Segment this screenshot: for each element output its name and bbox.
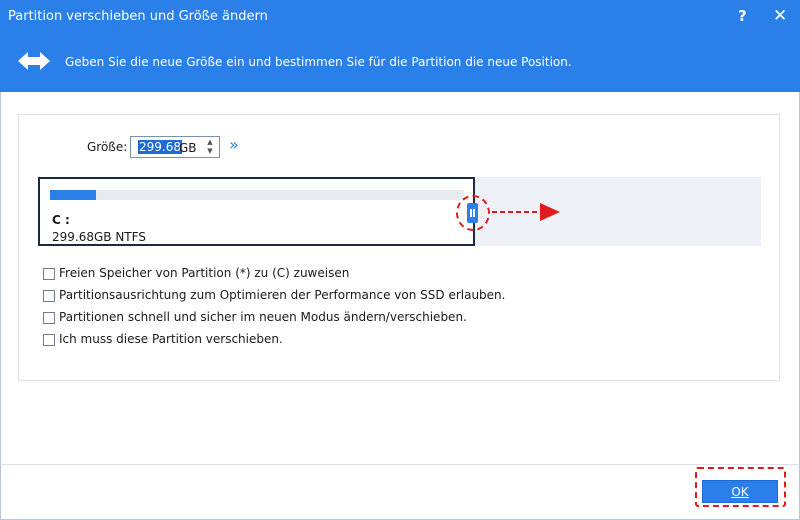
title-bar: Partition verschieben und Größe ändern ?… [0, 0, 800, 34]
help-button[interactable]: ? [738, 7, 747, 25]
close-button[interactable]: ✕ [773, 6, 787, 26]
spin-down-icon[interactable]: ▼ [203, 147, 217, 156]
size-value[interactable]: 299.68 [138, 140, 182, 154]
usage-fill [50, 190, 96, 200]
spin-up-icon[interactable]: ▲ [203, 138, 217, 147]
drive-info: 299.68GB NTFS [52, 230, 146, 244]
checkbox[interactable] [43, 312, 55, 324]
footer-divider [1, 464, 799, 465]
option-label: Ich muss diese Partition verschieben. [59, 332, 283, 346]
option-label: Partitionen schnell und sicher im neuen … [59, 310, 467, 324]
option-label: Partitionsausrichtung zum Optimieren der… [59, 288, 506, 302]
size-unit: GB [179, 141, 197, 155]
drag-direction-arrow-icon [492, 203, 560, 221]
option-label: Freien Speicher von Partition (*) zu (C)… [59, 266, 350, 280]
handle-highlight-ring [456, 195, 490, 231]
size-label: Größe: [87, 140, 128, 154]
size-input[interactable]: 299.68 GB ▲ ▼ [130, 136, 220, 158]
resize-arrows-icon [18, 52, 50, 70]
window-title: Partition verschieben und Größe ändern [8, 9, 268, 24]
checkbox[interactable] [43, 290, 55, 302]
ok-button[interactable]: OK [702, 480, 778, 503]
partition-block[interactable]: C : 299.68GB NTFS [38, 177, 475, 246]
usage-track [50, 190, 464, 200]
ok-label: OK [731, 485, 749, 499]
instruction-banner: Geben Sie die neue Größe ein und bestimm… [0, 34, 800, 92]
instruction-text: Geben Sie die neue Größe ein und bestimm… [65, 55, 572, 69]
drive-letter: C : [52, 213, 70, 227]
checkbox[interactable] [43, 334, 55, 346]
size-spinner[interactable]: ▲ ▼ [203, 138, 217, 156]
expand-icon[interactable]: » [229, 135, 239, 154]
checkbox[interactable] [43, 268, 55, 280]
